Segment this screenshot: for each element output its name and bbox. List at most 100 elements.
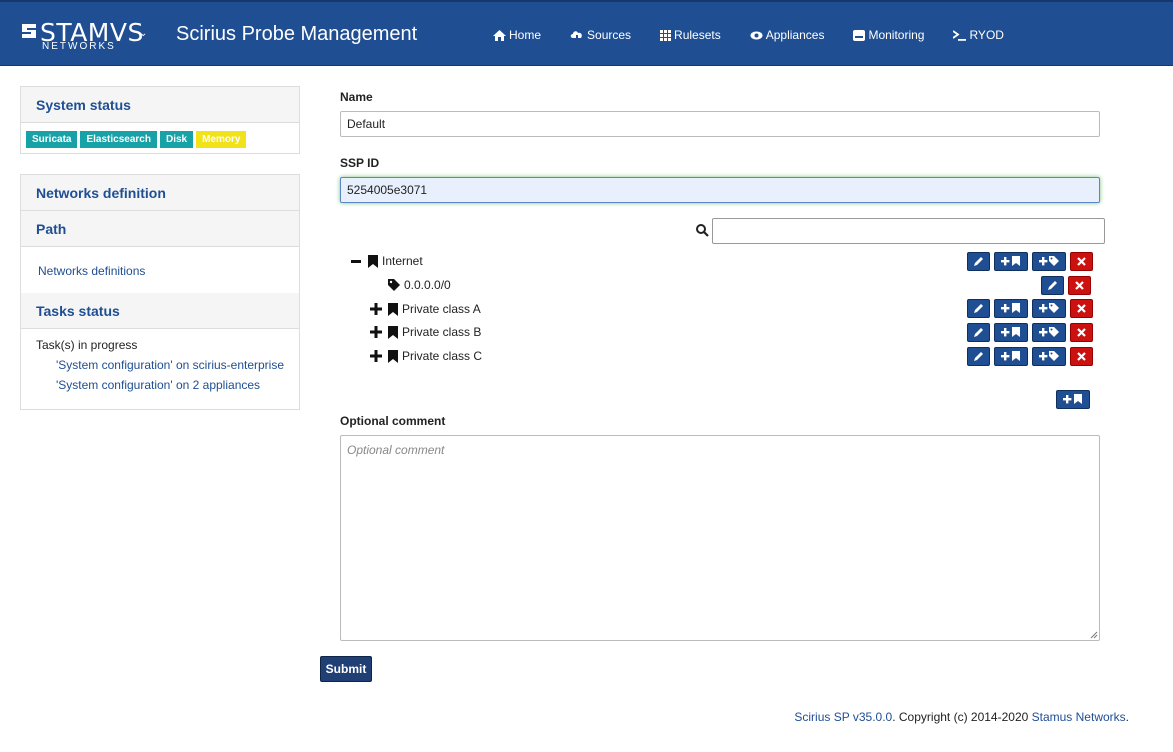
node-actions-private-b — [963, 323, 1093, 342]
node-actions-internet — [963, 252, 1093, 271]
plus-tag-icon — [1038, 327, 1059, 337]
system-status-title: System status — [21, 87, 299, 123]
system-status-panel: System status Suricata Elasticsearch Dis… — [20, 86, 300, 154]
tree-node-label: Private class C — [402, 349, 483, 363]
tree-search-input[interactable] — [712, 218, 1105, 244]
node-actions-private-c — [963, 347, 1093, 366]
footer: Scirius SP v35.0.0. Copyright (c) 2014-2… — [794, 710, 1129, 724]
collapse-minus-icon[interactable] — [350, 259, 362, 263]
expand-plus-icon[interactable] — [370, 303, 382, 315]
node-actions-address — [1037, 276, 1091, 295]
cloud-download-icon — [570, 30, 582, 41]
add-address-button[interactable] — [1032, 299, 1066, 318]
resize-handle-icon[interactable] — [1090, 631, 1098, 639]
brand-subtitle: NETWORKS — [42, 41, 116, 52]
tree-node-label: Private class B — [402, 325, 482, 339]
name-field[interactable]: Default — [340, 111, 1100, 137]
networks-definition-title: Networks definition — [21, 175, 299, 211]
tree-node-label: 0.0.0.0/0 — [404, 278, 451, 292]
tree-node-private-b: Private class B — [370, 323, 481, 341]
close-icon — [1077, 352, 1086, 361]
tree-node-label: Internet — [382, 254, 423, 268]
tree-node-label: Private class A — [402, 302, 481, 316]
plus-tag-icon — [1038, 351, 1059, 361]
home-icon — [493, 29, 506, 41]
comment-label: Optional comment — [340, 414, 446, 428]
add-root-network-button[interactable] — [1056, 390, 1090, 409]
nav-appliances[interactable]: Appliances — [750, 28, 825, 42]
tasks-status-title: Tasks status — [21, 293, 299, 329]
close-icon — [1077, 257, 1086, 266]
delete-button[interactable] — [1070, 323, 1093, 342]
pencil-icon — [974, 304, 983, 313]
status-badge-memory: Memory — [196, 131, 247, 148]
bookmark-icon — [388, 349, 398, 363]
version-link[interactable]: Scirius SP v35.0.0 — [794, 710, 892, 724]
task-link[interactable]: 'System configuration' on 2 appliances — [36, 378, 284, 392]
submit-button[interactable]: Submit — [320, 656, 372, 682]
bookmark-icon — [388, 325, 398, 339]
tree-node-private-c: Private class C — [370, 347, 482, 365]
hdd-icon — [853, 29, 866, 41]
delete-button[interactable] — [1068, 276, 1091, 295]
pencil-icon — [974, 257, 983, 266]
edit-button[interactable] — [967, 347, 990, 366]
ssp-id-field[interactable]: 5254005e3071 — [340, 177, 1100, 203]
comment-placeholder: Optional comment — [347, 443, 445, 457]
add-network-button[interactable] — [994, 299, 1028, 318]
delete-button[interactable] — [1070, 347, 1093, 366]
close-icon — [1077, 328, 1086, 337]
pencil-icon — [974, 328, 983, 337]
tree-node-address: 0.0.0.0/0 — [388, 276, 451, 294]
brand-logo[interactable]: STAMVS NETWORKS ⌄ — [20, 18, 148, 56]
nav-home-label: Home — [509, 28, 542, 42]
pencil-icon — [974, 352, 983, 361]
main-nav: Home Sources Rulesets Appliances Monitor… — [493, 28, 1033, 42]
tag-icon — [388, 279, 400, 291]
add-network-button[interactable] — [994, 323, 1028, 342]
nav-home[interactable]: Home — [493, 28, 541, 42]
nav-ryod[interactable]: RYOD — [953, 28, 1004, 42]
close-icon — [1075, 281, 1084, 290]
ssp-id-label: SSP ID — [340, 156, 380, 170]
grid-icon — [660, 29, 672, 41]
nav-rulesets[interactable]: Rulesets — [660, 28, 721, 42]
plus-tag-icon — [1038, 303, 1059, 313]
add-network-button[interactable] — [994, 252, 1028, 271]
task-link[interactable]: 'System configuration' on scirius-enterp… — [36, 358, 284, 372]
tasks-in-progress-label: Task(s) in progress — [36, 338, 138, 352]
add-address-button[interactable] — [1032, 347, 1066, 366]
networks-definitions-link[interactable]: Networks definitions — [21, 247, 299, 293]
nav-appliances-label: Appliances — [765, 28, 825, 42]
plus-bookmark-icon — [1001, 327, 1020, 337]
edit-button[interactable] — [967, 299, 990, 318]
add-network-button[interactable] — [994, 347, 1028, 366]
edit-button[interactable] — [1041, 276, 1064, 295]
nav-ryod-label: RYOD — [969, 28, 1004, 42]
plus-bookmark-icon — [1063, 394, 1082, 404]
networks-panel: Networks definition Path Networks defini… — [20, 174, 300, 410]
status-badges: Suricata Elasticsearch Disk Memory — [21, 123, 299, 156]
delete-button[interactable] — [1070, 252, 1093, 271]
nav-sources[interactable]: Sources — [570, 28, 631, 42]
root-actions — [1052, 390, 1090, 409]
nav-sources-label: Sources — [587, 28, 632, 42]
company-link[interactable]: Stamus Networks — [1032, 710, 1126, 724]
edit-button[interactable] — [967, 323, 990, 342]
status-badge-suricata: Suricata — [26, 131, 78, 148]
path-title: Path — [21, 211, 299, 247]
app-title: Scirius Probe Management — [176, 23, 418, 45]
tree-node-private-a: Private class A — [370, 300, 481, 318]
comment-textarea[interactable]: Optional comment — [340, 435, 1100, 641]
add-address-button[interactable] — [1032, 252, 1066, 271]
edit-button[interactable] — [967, 252, 990, 271]
expand-plus-icon[interactable] — [370, 326, 382, 338]
delete-button[interactable] — [1070, 299, 1093, 318]
name-label: Name — [340, 90, 373, 104]
nav-monitoring[interactable]: Monitoring — [853, 28, 924, 42]
expand-plus-icon[interactable] — [370, 350, 382, 362]
bookmark-icon — [368, 254, 378, 268]
plus-tag-icon — [1038, 256, 1059, 266]
plus-bookmark-icon — [1001, 351, 1020, 361]
add-address-button[interactable] — [1032, 323, 1066, 342]
